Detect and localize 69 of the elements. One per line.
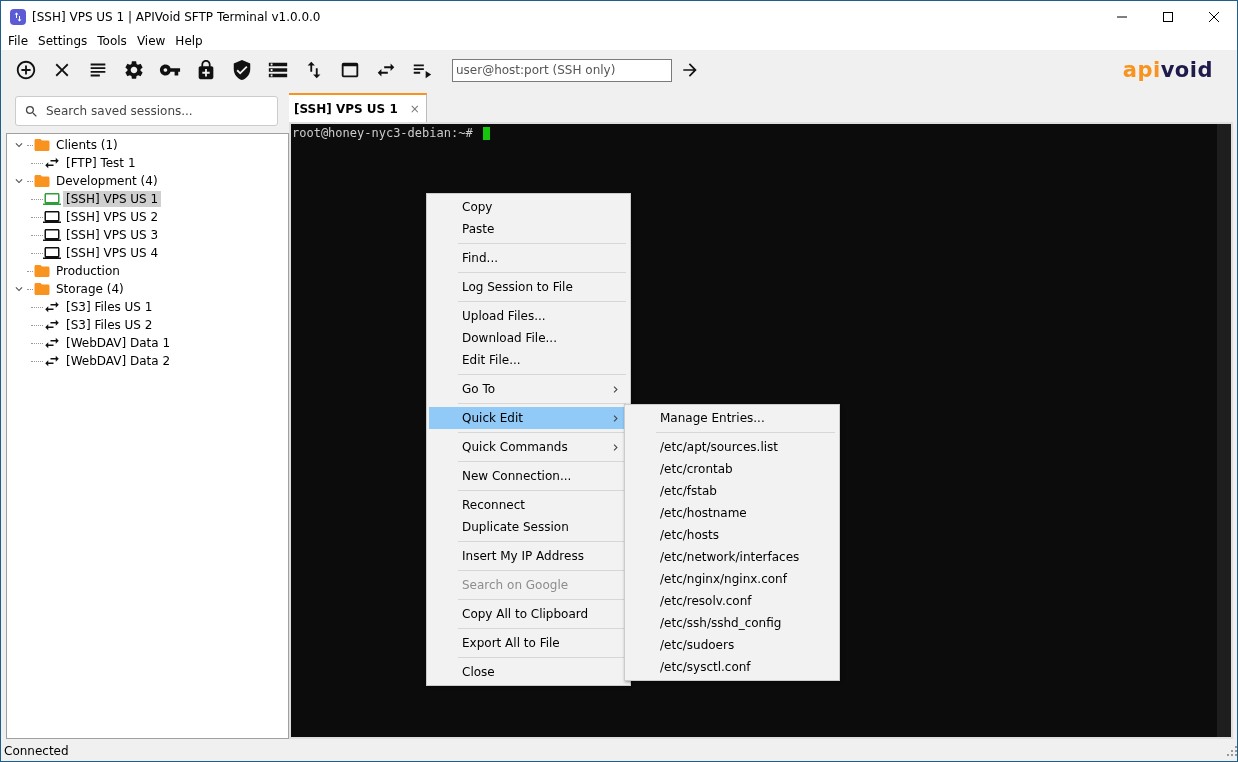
folder-icon xyxy=(33,136,51,154)
menu-item[interactable]: Quick Commands xyxy=(429,436,628,458)
menu-item[interactable]: /etc/sudoers xyxy=(627,634,837,656)
menu-item[interactable]: /etc/network/interfaces xyxy=(627,546,837,568)
tree-item[interactable]: [FTP] Test 1 xyxy=(63,155,139,171)
address-field[interactable]: user@host:port (SSH only) xyxy=(452,58,672,82)
menu-item[interactable]: Edit File... xyxy=(429,349,628,371)
menu-item[interactable]: Duplicate Session xyxy=(429,516,628,538)
close-icon xyxy=(1209,11,1219,22)
menu-item[interactable]: Log Session to File xyxy=(429,276,628,298)
menu-item[interactable]: Paste xyxy=(429,218,628,240)
scrollbar[interactable] xyxy=(1217,124,1231,737)
menu-bar-item[interactable]: File xyxy=(3,32,34,50)
menu-item[interactable]: Manage Entries... xyxy=(627,407,837,429)
maximize-icon xyxy=(1163,11,1173,22)
terminal-prompt: root@honey-nyc3-debian:~# xyxy=(292,126,473,140)
folder-icon xyxy=(33,262,51,280)
cursor xyxy=(482,127,490,140)
add-icon xyxy=(15,59,37,81)
menu-bar-item[interactable]: Settings xyxy=(33,32,93,50)
folder-icon xyxy=(33,172,51,190)
menu-item[interactable]: /etc/sysctl.conf xyxy=(627,656,837,678)
search-field[interactable]: Search saved sessions... xyxy=(15,96,278,126)
tree-item[interactable]: [SSH] VPS US 4 xyxy=(63,245,162,261)
tab-label: [SSH] VPS US 1 xyxy=(294,101,398,116)
menu-item[interactable]: /etc/hosts xyxy=(627,524,837,546)
tree-item[interactable]: [S3] Files US 2 xyxy=(63,317,156,333)
session-tab[interactable]: [SSH] VPS US 1 × xyxy=(289,93,427,122)
menu-item[interactable]: /etc/hostname xyxy=(627,502,837,524)
window-title: [SSH] VPS US 1 | APIVoid SFTP Terminal v1.0.0.0 xyxy=(32,9,322,24)
tree-item[interactable]: Development (4) xyxy=(53,173,161,189)
menu-item[interactable]: Download File... xyxy=(429,327,628,349)
menu-item[interactable]: /etc/resolv.conf xyxy=(627,590,837,612)
tree-item[interactable]: [S3] Files US 1 xyxy=(63,299,156,315)
app-icon xyxy=(10,8,26,25)
menu-item[interactable]: /etc/nginx/nginx.conf xyxy=(627,568,837,590)
tree-item[interactable]: [WebDAV] Data 2 xyxy=(63,353,174,369)
status-text: Connected xyxy=(4,744,69,758)
tree-item[interactable]: Storage (4) xyxy=(53,281,127,297)
menu-item[interactable]: /etc/ssh/sshd_config xyxy=(627,612,837,634)
tree-item[interactable]: [SSH] VPS US 2 xyxy=(63,209,162,225)
menu-item[interactable]: /etc/crontab xyxy=(627,458,837,480)
menu-bar-item[interactable]: Tools xyxy=(92,32,132,50)
logo: apivoid xyxy=(1122,58,1213,82)
menu-item[interactable]: New Connection... xyxy=(429,465,628,487)
menu-bar-item[interactable]: Help xyxy=(170,32,208,50)
menu-item[interactable]: Go To xyxy=(429,378,628,400)
shield-check-icon xyxy=(231,59,253,81)
tree-item[interactable]: Production xyxy=(53,263,123,279)
tree-item[interactable]: [WebDAV] Data 1 xyxy=(63,335,174,351)
menu-item[interactable]: Export All to File xyxy=(429,632,628,654)
menu-item[interactable]: Reconnect xyxy=(429,494,628,516)
menu-item[interactable]: Insert My IP Address xyxy=(429,545,628,567)
menu-item[interactable]: /etc/apt/sources.list xyxy=(627,436,837,458)
menu-item[interactable]: /etc/fstab xyxy=(627,480,837,502)
menu-item[interactable]: Copy All to Clipboard xyxy=(429,603,628,625)
menu-item[interactable]: Upload Files... xyxy=(429,305,628,327)
menu-item[interactable]: Find... xyxy=(429,247,628,269)
tree-item[interactable]: [SSH] VPS US 1 xyxy=(63,191,162,207)
menu-bar-item[interactable]: View xyxy=(131,32,171,50)
search-icon xyxy=(24,104,39,119)
resize-grip-icon[interactable] xyxy=(1227,746,1237,756)
menu-item[interactable]: Copy xyxy=(429,196,628,218)
tab-close-button[interactable]: × xyxy=(409,101,420,116)
settings-icon xyxy=(123,59,145,81)
tree-item[interactable]: Clients (1) xyxy=(53,137,121,153)
tree-item[interactable]: [SSH] VPS US 3 xyxy=(63,227,162,243)
menu-item[interactable]: Close xyxy=(429,661,628,683)
folder-icon xyxy=(33,280,51,298)
